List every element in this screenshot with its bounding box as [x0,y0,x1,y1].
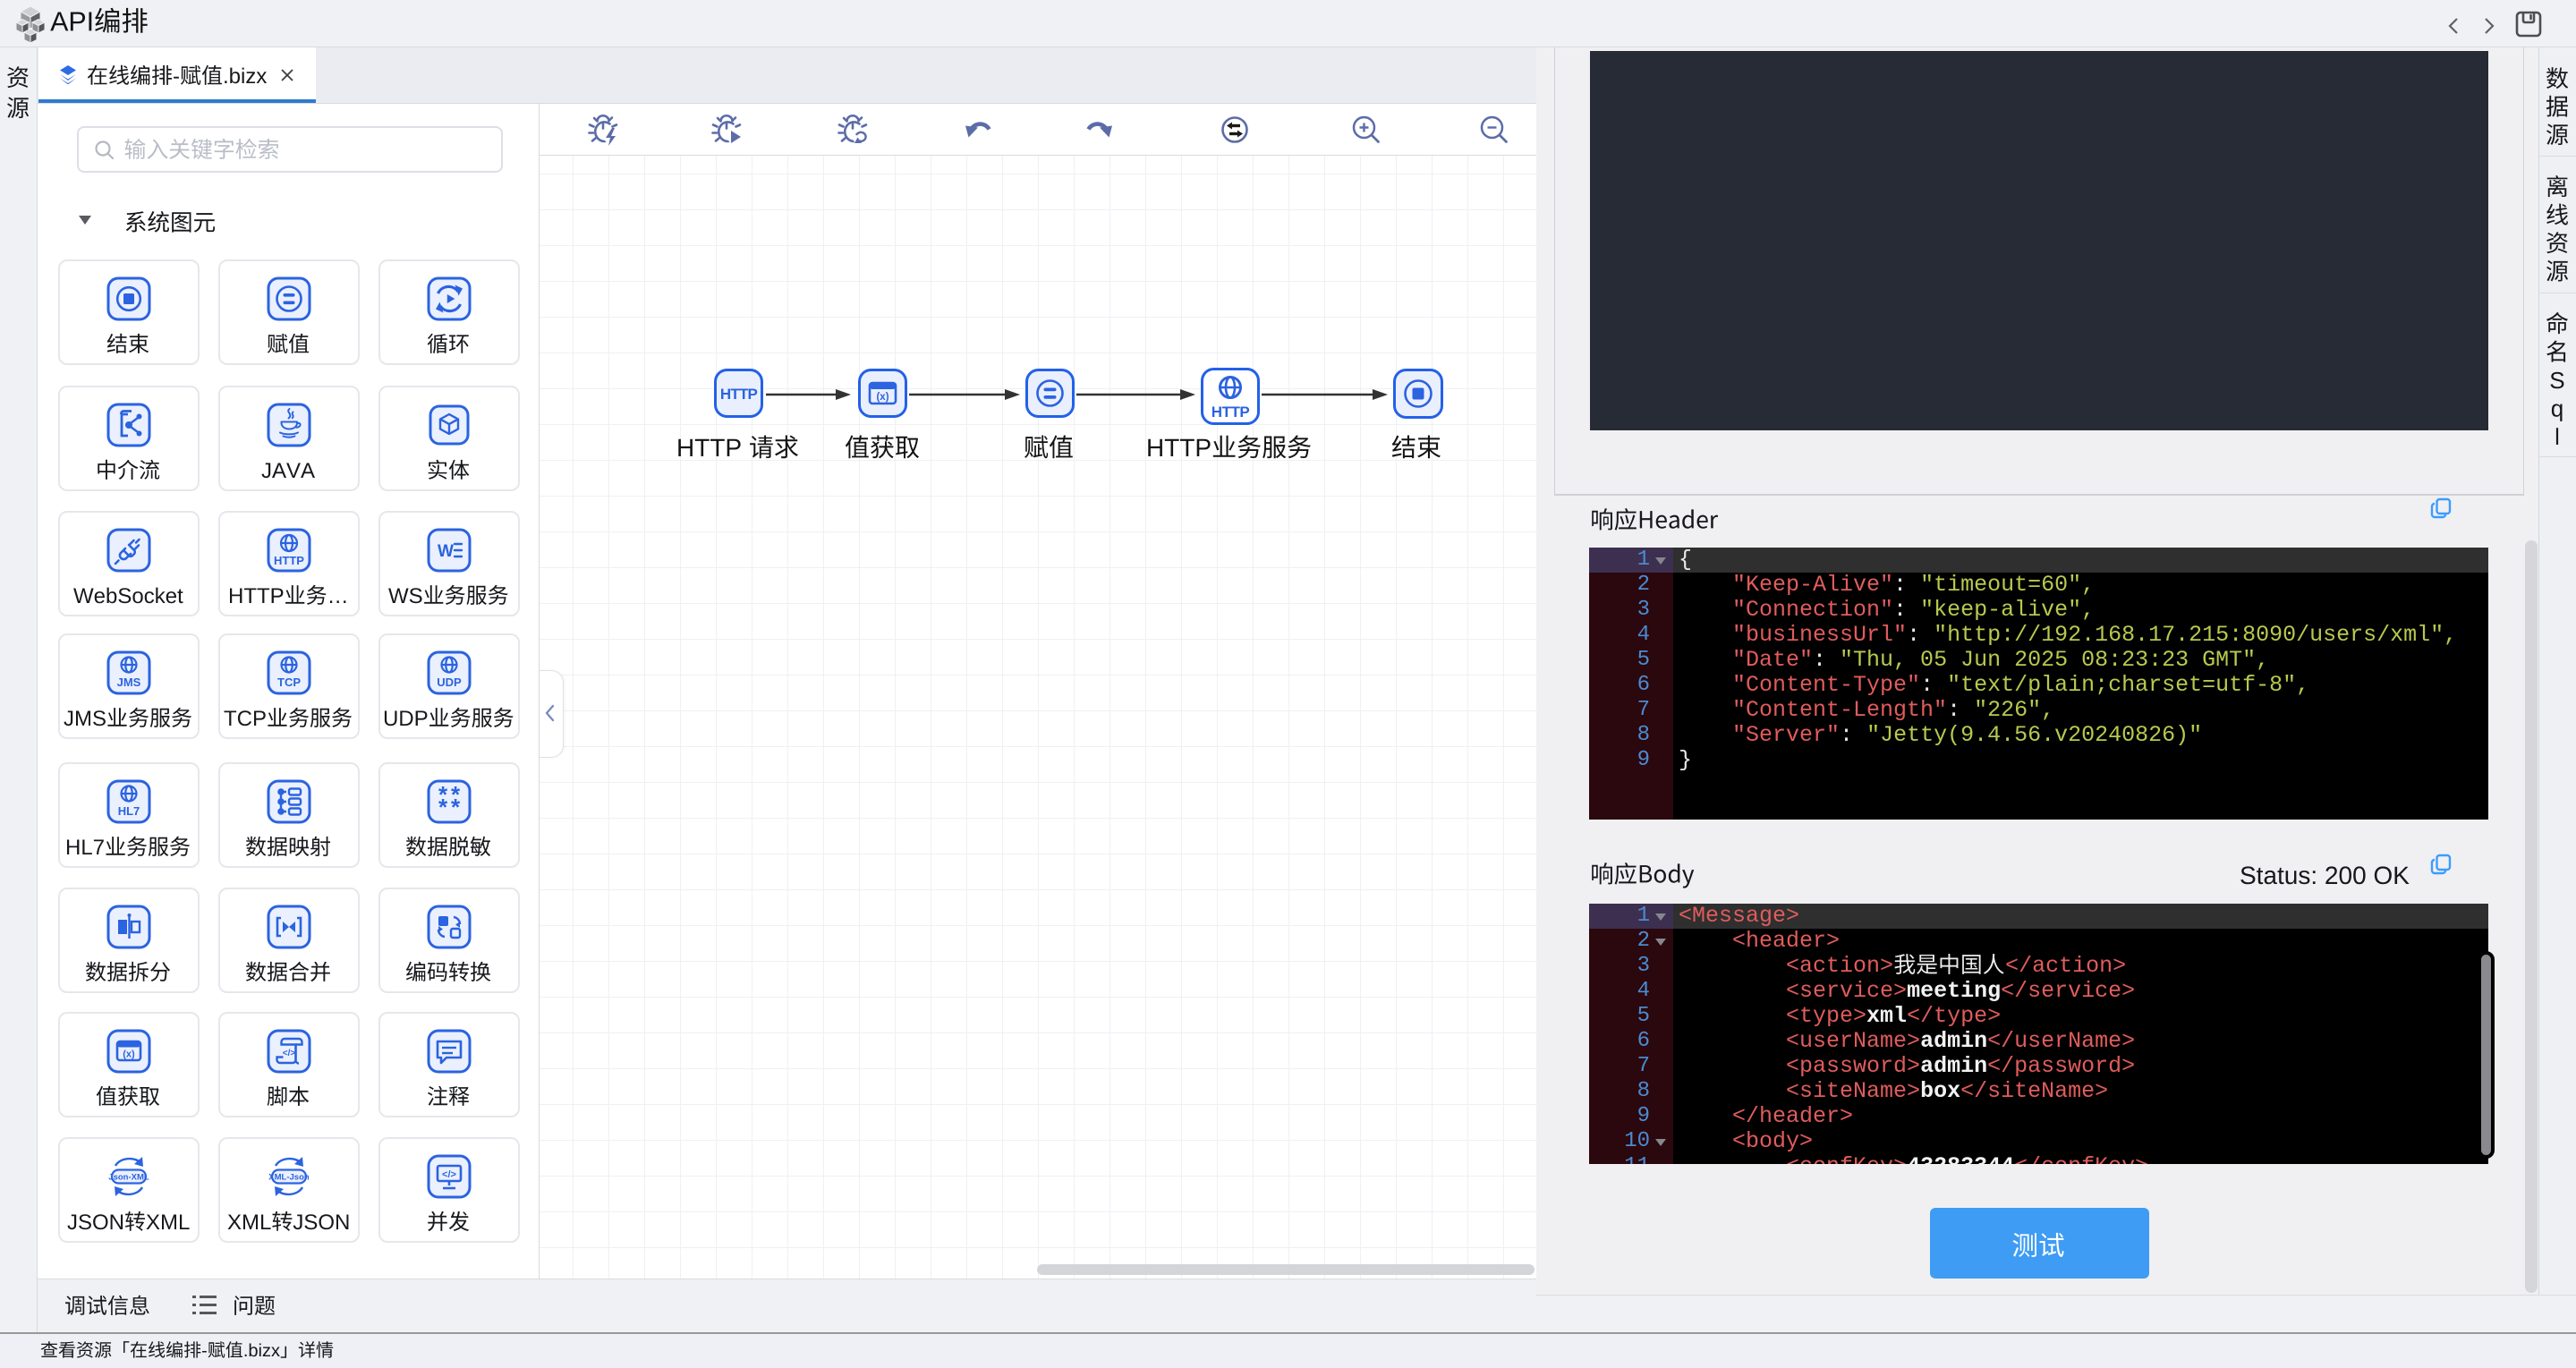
svg-text:TCP: TCP [277,676,301,689]
svg-text:(x): (x) [876,392,888,403]
svg-text:*: * [451,794,461,820]
svg-text:*: * [438,794,448,820]
svg-text:</>: </> [442,1169,456,1180]
svg-text:UDP: UDP [437,676,462,689]
svg-text:W: W [438,542,454,561]
svg-text:Json-XML: Json-XML [108,1173,149,1183]
svg-text:XML-Json: XML-Json [268,1173,310,1183]
svg-text:</>: </> [283,1049,296,1058]
svg-text:HL7: HL7 [118,804,140,818]
svg-text:HTTP: HTTP [720,386,758,403]
svg-text:JMS: JMS [117,676,141,689]
svg-text:HTTP: HTTP [274,554,304,567]
svg-text:HTTP: HTTP [1211,404,1250,421]
svg-text:(x): (x) [123,1049,135,1060]
